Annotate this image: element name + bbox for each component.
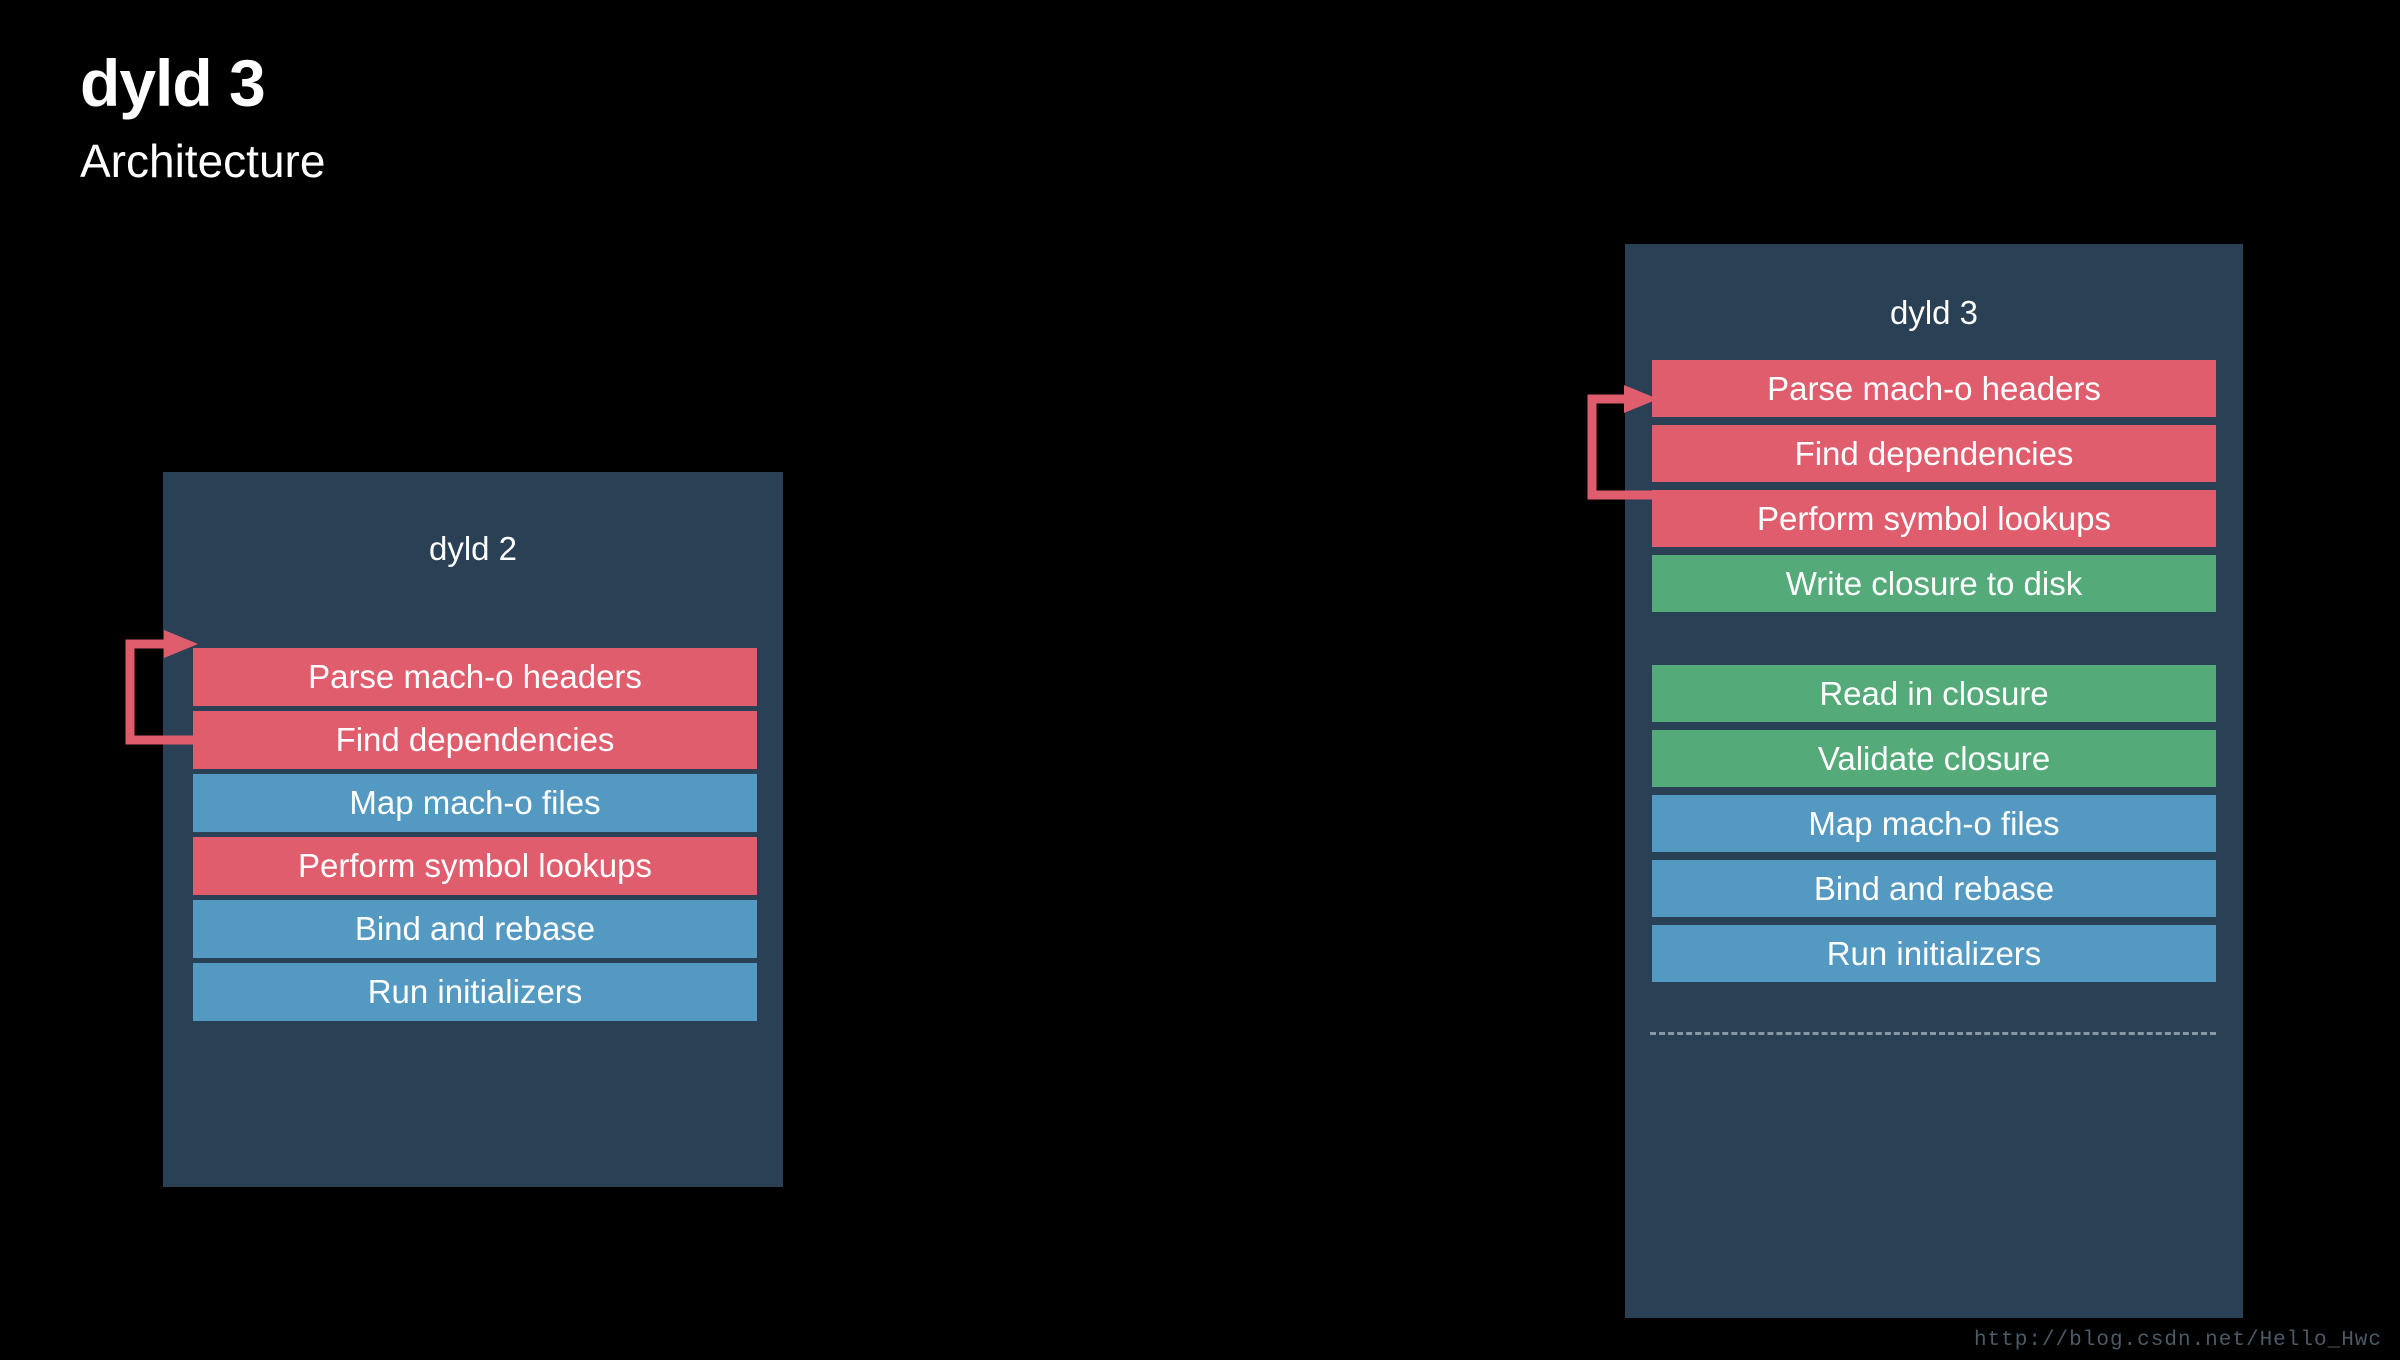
step-bar-parse-mach-o-headers: Parse mach-o headers: [1652, 360, 2216, 417]
step-bar-parse-mach-o-headers: Parse mach-o headers: [193, 648, 757, 706]
step-bar-validate-closure: Validate closure: [1652, 730, 2216, 787]
diagram-title-dyld2: dyld 2: [428, 530, 518, 567]
step-bar-bind-and-rebase: Bind and rebase: [1652, 860, 2216, 917]
source-watermark: http://blog.csdn.net/Hello_Hwc: [1973, 1329, 2382, 1352]
step-bar-read-in-closure: Read in closure: [1652, 665, 2216, 722]
slide-header: dyld 3 Architecture: [80, 50, 325, 184]
diagram-panel-dyld3: dyld 3 Parse mach-o headers Find depende…: [1625, 244, 2243, 1318]
step-bar-perform-symbol-lookups: Perform symbol lookups: [1652, 490, 2216, 547]
page-subtitle: Architecture: [80, 135, 326, 187]
step-bar-perform-symbol-lookups: Perform symbol lookups: [193, 837, 757, 895]
step-bar-find-dependencies: Find dependencies: [193, 711, 757, 769]
step-bar-write-closure-to-disk: Write closure to disk: [1652, 555, 2216, 612]
step-bar-run-initializers: Run initializers: [1652, 925, 2216, 982]
step-bar-map-mach-o-files: Map mach-o files: [193, 774, 757, 832]
phase-divider: [1650, 1032, 2216, 1035]
step-bar-bind-and-rebase: Bind and rebase: [193, 900, 757, 958]
loop-arrow-dyld3: [1587, 385, 1658, 500]
page-title: dyld 3: [80, 46, 266, 120]
step-bar-find-dependencies: Find dependencies: [1652, 425, 2216, 482]
loop-arrow-dyld2: [125, 630, 198, 745]
step-bar-map-mach-o-files: Map mach-o files: [1652, 795, 2216, 852]
diagram-panel-dyld2: dyld 2 Parse mach-o headers Find depende…: [163, 472, 783, 1187]
step-bar-run-initializers: Run initializers: [193, 963, 757, 1021]
diagram-title-dyld3: dyld 3: [1889, 294, 1979, 331]
